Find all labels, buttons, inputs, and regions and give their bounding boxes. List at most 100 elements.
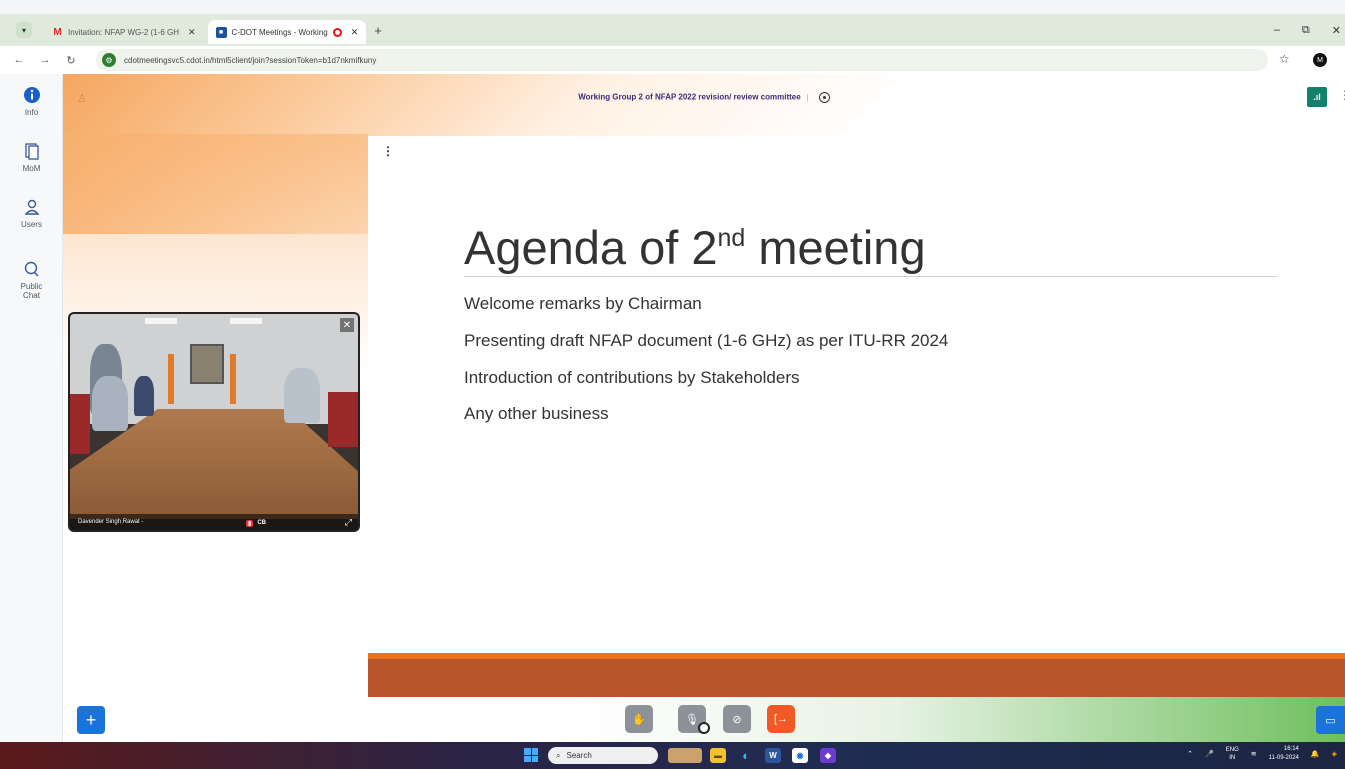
agenda-item: Introduction of contributions by Stakeho… bbox=[464, 368, 800, 387]
slide-title-main: Agenda of 2 bbox=[464, 221, 718, 274]
close-video-icon[interactable]: ✕ bbox=[340, 318, 354, 332]
reload-icon[interactable]: ↻ bbox=[64, 54, 78, 67]
restore-icon[interactable]: ⧉ bbox=[1302, 24, 1310, 37]
browser-tab-bar: ▾ M Invitation: NFAP WG-2 (1-6 GH ✕ ■ C-… bbox=[0, 14, 1345, 46]
hand-icon: ✋ bbox=[632, 713, 646, 726]
leave-meeting-button[interactable]: [→ bbox=[767, 705, 795, 733]
user-icon bbox=[23, 199, 40, 215]
address-bar-row: ← → ↻ ⚙ cdotmeetingsvc5.cdot.in/html5cli… bbox=[0, 46, 1345, 74]
sidebar-item-users[interactable]: Users bbox=[0, 198, 63, 229]
cdot-icon: ■ bbox=[215, 26, 227, 38]
bookmark-star-icon[interactable]: ☆ bbox=[1279, 52, 1290, 66]
close-tab-icon[interactable]: ✕ bbox=[351, 27, 359, 38]
chevron-down-icon: ▾ bbox=[21, 25, 26, 35]
wifi-icon[interactable]: ≋ bbox=[1251, 750, 1257, 758]
minimize-icon[interactable]: – bbox=[1274, 24, 1280, 36]
webcam-video-tile[interactable]: ✕ Davender Singh Rawat - ▮ CB ⤢ bbox=[68, 312, 360, 532]
tab-cdot-meetings[interactable]: ■ C-DOT Meetings - Working ✕ bbox=[207, 20, 367, 44]
clock-date: 11-09-2024 bbox=[1268, 755, 1299, 761]
camera-off-button[interactable]: ⊘ bbox=[723, 705, 751, 733]
mic-off-icon: 🎙 bbox=[685, 713, 699, 726]
clock-time: 16:14 bbox=[1283, 746, 1299, 752]
tab-gmail-invitation[interactable]: M Invitation: NFAP WG-2 (1-6 GH ✕ bbox=[44, 20, 204, 44]
agenda-item: Presenting draft NFAP document (1-6 GHz)… bbox=[464, 331, 949, 350]
document-icon bbox=[24, 143, 39, 160]
back-icon[interactable]: ← bbox=[12, 54, 26, 66]
windows-taskbar: ⌕ Search ▬ ◐ W ◉ ◆ ⌃ 🎤 ENG IN ≋ 16:14 11-… bbox=[0, 742, 1345, 769]
sidebar-item-public-chat[interactable]: Public Chat bbox=[0, 260, 63, 300]
gmail-icon: M bbox=[53, 26, 62, 38]
connection-stats-button[interactable]: .ıl bbox=[1307, 87, 1327, 107]
language-region: IN bbox=[1229, 755, 1236, 761]
actions-plus-button[interactable]: + bbox=[77, 706, 105, 734]
search-placeholder: Search bbox=[566, 751, 592, 760]
sidebar-item-info[interactable]: Info bbox=[0, 86, 63, 117]
window-top-strip bbox=[0, 0, 1345, 14]
video-chair bbox=[70, 394, 90, 454]
edge-browser-icon[interactable]: ◐ bbox=[738, 748, 754, 763]
language-code: ENG bbox=[1225, 747, 1239, 753]
camera-off-icon: ⊘ bbox=[732, 713, 742, 726]
forward-icon[interactable]: → bbox=[38, 54, 52, 66]
video-person bbox=[92, 376, 128, 431]
tab-label: C-DOT Meetings - Working bbox=[231, 27, 328, 37]
muted-mic-icon: ▮ bbox=[246, 520, 254, 527]
new-tab-button[interactable]: + bbox=[374, 23, 382, 38]
video-ceiling-light bbox=[230, 318, 262, 324]
sidebar-item-label: Info bbox=[24, 108, 39, 117]
word-icon[interactable]: W bbox=[765, 748, 781, 763]
copilot-icon[interactable]: ◈ bbox=[1332, 750, 1337, 758]
exit-icon: [→ bbox=[773, 713, 789, 725]
taskbar-widget-icon[interactable] bbox=[668, 748, 702, 763]
sidebar-item-label: MoM bbox=[22, 164, 41, 173]
recording-indicator-icon bbox=[332, 27, 342, 37]
notification-bell-icon[interactable]: 🔔 bbox=[1311, 750, 1320, 758]
participant-badge: CB bbox=[257, 520, 266, 526]
tab-label: Invitation: NFAP WG-2 (1-6 GH bbox=[68, 27, 179, 37]
chevron-up-icon[interactable]: ⌃ bbox=[1187, 750, 1193, 758]
options-menu-icon[interactable]: ⋮ bbox=[1339, 88, 1345, 102]
agenda-item: Welcome remarks by Chairman bbox=[464, 294, 702, 313]
signal-bars-icon: .ıl bbox=[1313, 92, 1321, 102]
taskbar-clock[interactable]: 16:14 11-09-2024 bbox=[1269, 745, 1299, 763]
slide-options-icon[interactable]: ⋮ bbox=[382, 144, 394, 158]
info-icon bbox=[23, 87, 40, 103]
mic-tray-icon[interactable]: 🎤 bbox=[1205, 750, 1214, 758]
record-icon[interactable] bbox=[818, 92, 830, 103]
sidebar-item-label: Public Chat bbox=[20, 282, 43, 300]
meeting-title: Working Group 2 of NFAP 2022 revision/ r… bbox=[578, 92, 801, 102]
slide-footer-band bbox=[368, 653, 1345, 697]
url-text: cdotmeetingsvc5.cdot.in/html5client/join… bbox=[124, 55, 377, 65]
video-person bbox=[134, 376, 154, 416]
app-icon[interactable]: ◆ bbox=[820, 748, 836, 763]
close-tab-icon[interactable]: ✕ bbox=[188, 27, 196, 38]
monitor-icon: ▭ bbox=[1325, 714, 1336, 727]
search-icon: ⌕ bbox=[556, 750, 561, 760]
file-explorer-icon[interactable]: ▬ bbox=[710, 748, 726, 763]
presentation-toggle-button[interactable]: ▭ bbox=[1316, 706, 1345, 734]
meeting-main-area: ♙ Working Group 2 of NFAP 2022 revision/… bbox=[63, 74, 1345, 742]
plus-icon: + bbox=[85, 709, 97, 730]
language-indicator[interactable]: ENG IN bbox=[1226, 746, 1239, 762]
video-person bbox=[284, 368, 320, 423]
taskbar-search-input[interactable]: ⌕ Search bbox=[548, 747, 658, 764]
video-ceiling-light bbox=[145, 318, 177, 324]
close-window-icon[interactable]: ✕ bbox=[1332, 24, 1341, 37]
video-wall-portrait bbox=[190, 344, 224, 384]
slide-title: Agenda of 2nd meeting bbox=[464, 220, 926, 275]
site-info-icon[interactable]: ⚙ bbox=[102, 53, 116, 67]
slide-title-rest: meeting bbox=[745, 221, 926, 274]
tab-search-dropdown[interactable]: ▾ bbox=[16, 22, 32, 38]
profile-avatar[interactable]: M bbox=[1313, 53, 1327, 67]
window-controls: – ⧉ ✕ bbox=[1274, 14, 1345, 46]
raise-hand-button[interactable]: ✋ bbox=[625, 705, 653, 733]
url-input[interactable]: ⚙ cdotmeetingsvc5.cdot.in/html5client/jo… bbox=[96, 49, 1268, 71]
chrome-icon[interactable]: ◉ bbox=[792, 748, 808, 763]
meeting-sidebar: Info MoM Users Public Chat bbox=[0, 74, 63, 742]
slide-title-sup: nd bbox=[717, 224, 746, 252]
fullscreen-icon[interactable]: ⤢ bbox=[345, 517, 352, 528]
windows-start-icon[interactable] bbox=[524, 748, 538, 762]
sidebar-item-mom[interactable]: MoM bbox=[0, 142, 63, 173]
video-flag bbox=[230, 354, 236, 404]
meeting-title-bar: Working Group 2 of NFAP 2022 revision/ r… bbox=[63, 92, 1345, 103]
